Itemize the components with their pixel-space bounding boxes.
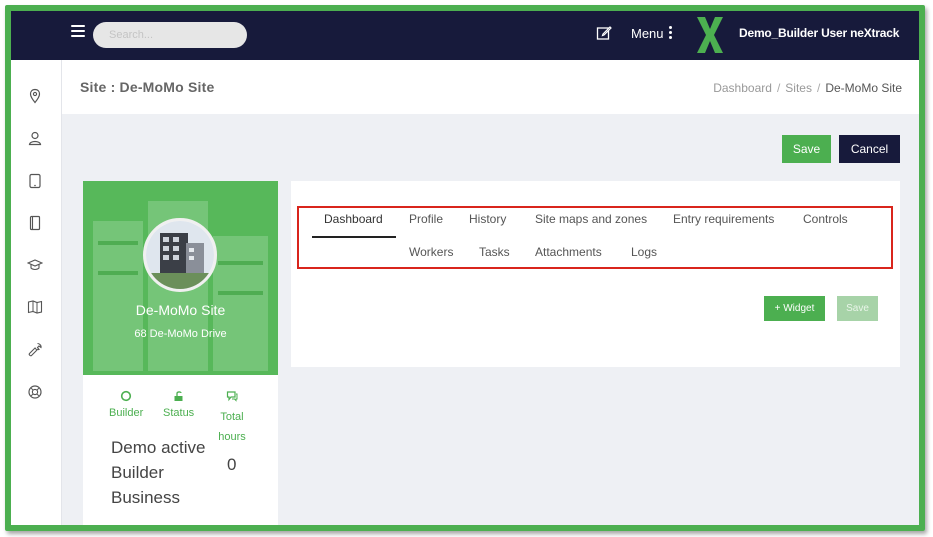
app-window: Menu Demo_Builder User neXtrack Site : D… <box>11 11 919 525</box>
active-tab-indicator <box>312 236 396 238</box>
breadcrumb-sites[interactable]: Sites <box>785 81 812 95</box>
stat-builder-label: Builder <box>109 407 144 419</box>
search-box[interactable] <box>93 22 251 48</box>
hamburger-menu-icon[interactable] <box>71 25 85 39</box>
breadcrumb-current: De-MoMo Site <box>825 81 902 95</box>
green-highlight-border: Menu Demo_Builder User neXtrack Site : D… <box>5 5 925 531</box>
save-button[interactable]: Save <box>782 135 831 163</box>
breadcrumb: Dashboard / Sites / De-MoMo Site <box>713 81 902 95</box>
site-profile-card: De-MoMo Site 68 De-MoMo Drive <box>83 181 278 375</box>
lifebuoy-icon[interactable] <box>27 384 43 400</box>
edit-icon[interactable] <box>596 25 612 41</box>
stat-builder: Builder <box>109 390 143 419</box>
building-photo <box>146 221 214 289</box>
breadcrumb-separator: / <box>816 81 821 95</box>
tab-attachments[interactable]: Attachments <box>535 245 602 259</box>
add-widget-button[interactable]: + Widget <box>764 296 825 321</box>
total-hours-value: 0 <box>227 455 237 474</box>
sidebar <box>11 60 62 525</box>
tab-controls[interactable]: Controls <box>803 212 848 226</box>
tab-entry-requirements[interactable]: Entry requirements <box>673 212 774 226</box>
menu-label[interactable]: Menu <box>631 26 664 41</box>
site-detail-panel: Dashboard Profile History Site maps and … <box>291 181 900 367</box>
cancel-button[interactable]: Cancel <box>839 135 900 163</box>
chat-icon <box>226 391 238 402</box>
breadcrumb-separator: / <box>776 81 781 95</box>
stat-status: Status <box>163 390 194 419</box>
stat-total-hours-label: Total hours <box>218 411 246 443</box>
book-icon[interactable] <box>27 215 43 231</box>
unlock-icon <box>174 391 183 401</box>
search-input[interactable] <box>109 29 251 41</box>
breadcrumb-dashboard[interactable]: Dashboard <box>713 81 772 95</box>
tab-site-maps-and-zones[interactable]: Site maps and zones <box>535 212 647 226</box>
graduation-cap-icon[interactable] <box>27 257 43 273</box>
top-navbar: Menu Demo_Builder User neXtrack <box>11 11 919 60</box>
site-stats-card: Builder Status Total hours Demo active B… <box>83 375 278 525</box>
tab-history[interactable]: History <box>469 212 506 226</box>
location-pin-icon[interactable] <box>27 88 43 104</box>
site-avatar[interactable] <box>143 218 217 292</box>
tab-tasks[interactable]: Tasks <box>479 245 510 259</box>
user-name[interactable]: Demo_Builder User neXtrack <box>739 26 899 40</box>
circle-icon <box>121 390 132 402</box>
stat-status-label: Status <box>163 407 195 419</box>
user-icon[interactable] <box>27 130 43 146</box>
map-book-icon[interactable] <box>27 299 43 315</box>
tablet-icon[interactable] <box>27 173 43 189</box>
kebab-menu-icon[interactable] <box>669 26 673 40</box>
tab-dashboard[interactable]: Dashboard <box>324 212 383 226</box>
page-title: Site : De-MoMo Site <box>80 79 215 95</box>
tab-workers[interactable]: Workers <box>409 245 453 259</box>
screenshot-frame: Menu Demo_Builder User neXtrack Site : D… <box>0 0 933 537</box>
status-value: Demo active Builder Business <box>111 438 206 507</box>
dashboard-save-button[interactable]: Save <box>837 296 878 321</box>
site-name: De-MoMo Site <box>135 302 226 318</box>
wrench-icon[interactable] <box>27 342 43 358</box>
tab-logs[interactable]: Logs <box>631 245 657 259</box>
tab-profile[interactable]: Profile <box>409 212 443 226</box>
site-address: 68 De-MoMo Drive <box>134 328 227 340</box>
page-header: Site : De-MoMo Site Dashboard / Sites / De-M… <box>62 60 919 114</box>
nextrack-logo <box>697 17 723 53</box>
